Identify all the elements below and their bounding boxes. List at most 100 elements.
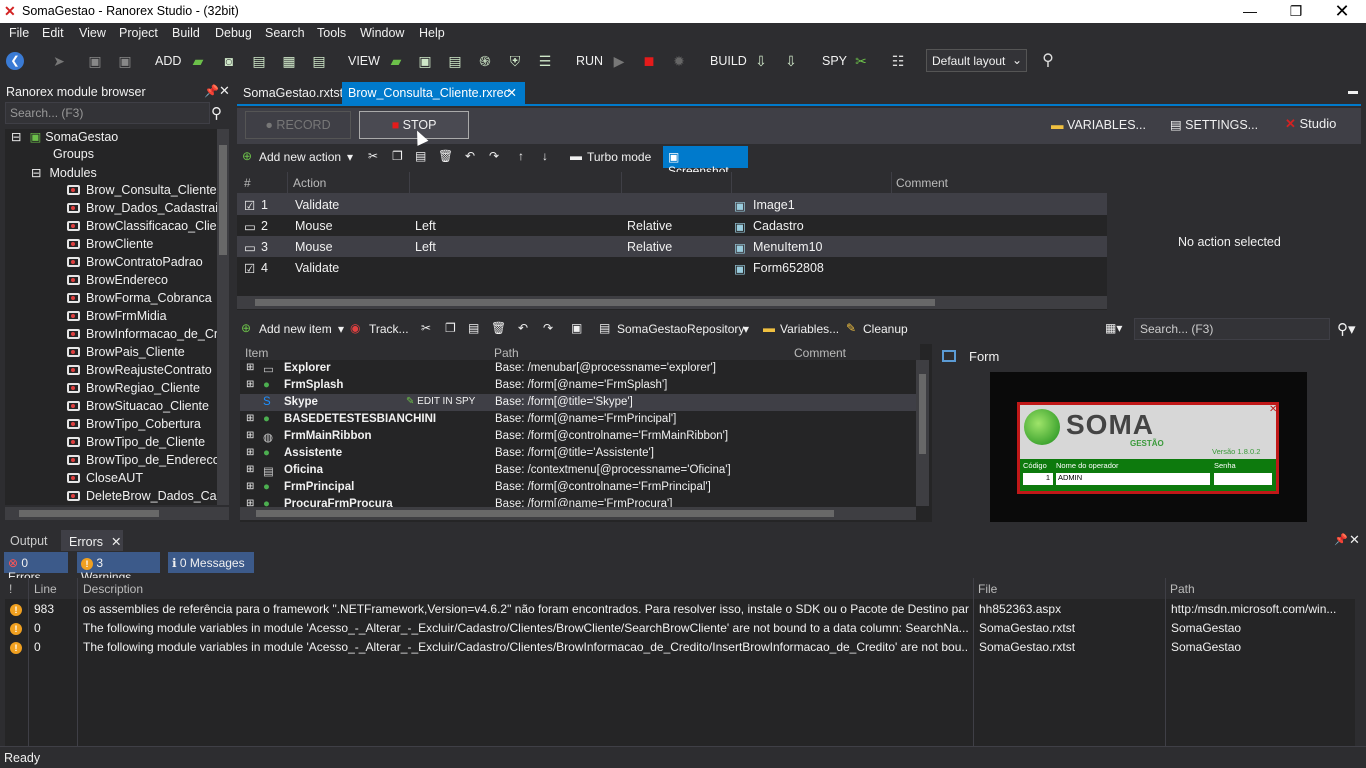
expand-icon[interactable]: ⊞ [246, 481, 254, 492]
add-label[interactable]: ADD [155, 54, 181, 68]
track-button[interactable]: Track... [369, 322, 409, 336]
add-item-button[interactable]: Add new item [259, 322, 332, 336]
add-folder-icon[interactable]: ▰ [189, 52, 207, 70]
repo-row[interactable]: ⊞ ● FrmSplash Base: /form[@name='FrmSplash'… [240, 377, 916, 394]
tree-module-item[interactable]: BrowClassificacao_Clien [67, 219, 217, 237]
repo-row[interactable]: ⊞ ● BASEDETESTESBIANCHINI Base: /form[@name… [240, 411, 916, 428]
module-view-icon[interactable]: ▤ [446, 52, 464, 70]
spy-label[interactable]: SPY [822, 54, 847, 68]
repo-search-icon[interactable]: ⚲▾ [1337, 320, 1356, 338]
tab-brow-consulta[interactable]: Brow_Consulta_Cliente.rxrec ✕ [342, 82, 525, 104]
stop-icon[interactable]: ■ [640, 52, 658, 70]
pin-icon[interactable]: 📌 [204, 84, 219, 98]
copy-icon[interactable]: ❐ [392, 149, 403, 163]
tree-module-item[interactable]: BrowSituacao_Cliente [67, 399, 209, 417]
repository-dropdown[interactable]: SomaGestaoRepository [617, 322, 744, 336]
scroll-thumb[interactable] [255, 299, 935, 306]
menu-project[interactable]: Project [119, 26, 158, 40]
error-row[interactable]: ! 0 The following module variables in modu… [5, 637, 1355, 656]
menu-tools[interactable]: Tools [317, 26, 346, 40]
undo-icon[interactable]: ↶ [518, 321, 528, 335]
delete-icon[interactable]: 🗑 [438, 149, 453, 163]
tree-module-item[interactable]: BrowPais_Cliente [67, 345, 185, 363]
record-button[interactable]: ● RECORD [245, 111, 351, 139]
chevron-down-icon[interactable]: ▾ [347, 150, 353, 164]
add-module-group-icon[interactable]: ▦ [280, 52, 298, 70]
settings-button[interactable]: ▤ SETTINGS... [1160, 111, 1268, 139]
cut-icon[interactable]: ✂ [368, 149, 378, 163]
close-tab-icon[interactable]: ✕ [507, 85, 517, 100]
tree-module-item[interactable]: BrowForma_Cobranca [67, 291, 212, 309]
close-button[interactable]: ✕ [1319, 0, 1365, 23]
scroll-thumb[interactable] [19, 510, 159, 517]
chevron-down-icon[interactable]: ▾ [743, 322, 749, 336]
settings-stack-icon[interactable]: ☰ [536, 52, 554, 70]
close-tab-icon[interactable]: ✕ [111, 535, 121, 549]
chevron-down-icon[interactable]: ▾ [338, 322, 344, 336]
scroll-thumb[interactable] [219, 145, 227, 255]
expand-icon[interactable]: ⊞ [246, 430, 254, 441]
scroll-thumb[interactable] [919, 374, 926, 454]
add-code-module-icon[interactable]: ▤ [250, 52, 268, 70]
repo-row[interactable]: ⊞ ▤ Oficina Base: /contextmenu[@processname… [240, 462, 916, 479]
debug-icon[interactable]: ✹ [670, 52, 688, 70]
paste-icon[interactable]: ▤ [468, 321, 479, 335]
module-search-input[interactable]: Search... (F3) [5, 102, 210, 124]
tree-module-item[interactable]: BrowInformacao_de_Cre [67, 327, 217, 345]
repo-search-input[interactable]: Search... (F3) [1134, 318, 1330, 340]
tree-module-item[interactable]: BrowTipo_de_Endereco [67, 453, 217, 471]
spy-icon[interactable]: ✂ [852, 52, 870, 70]
tree-module-item[interactable]: BrowReajusteContrato [67, 363, 212, 381]
tree-modules[interactable]: ⊟ Modules [31, 165, 97, 183]
screenshot-button[interactable]: ▣ Screenshot [663, 146, 748, 178]
repo-row[interactable]: ⊞ ● FrmPrincipal Base: /form[@controlname='… [240, 479, 916, 496]
tree-module-item[interactable]: BrowRegiao_Cliente [67, 381, 200, 399]
search-icon[interactable]: ⚲ [1039, 52, 1057, 70]
copy-icon[interactable]: ❐ [445, 321, 456, 335]
tree-module-item[interactable]: BrowFrmMidia [67, 309, 167, 327]
menu-view[interactable]: View [79, 26, 106, 40]
error-row[interactable]: ! 0 The following module variables in modu… [5, 618, 1355, 637]
move-down-icon[interactable]: ↓ [542, 149, 548, 163]
repository-icon[interactable]: ▣ [416, 52, 434, 70]
tree-module-item[interactable]: BrowCliente [67, 237, 153, 255]
tab-somagestao[interactable]: SomaGestao.rxtst [237, 82, 349, 104]
close-panel-icon[interactable]: ✕ [219, 83, 230, 99]
grid-view-icon[interactable]: ▦▾ [1105, 321, 1122, 335]
repo-hscrollbar[interactable] [240, 507, 916, 520]
cut-icon[interactable]: ✂ [421, 321, 431, 335]
error-row[interactable]: ! 983 os assemblies de referência para o f… [5, 599, 1355, 618]
play-icon[interactable]: ▶ [610, 52, 628, 70]
back-icon[interactable]: ❮ [6, 52, 24, 70]
tree-module-item[interactable]: Brow_Dados_Cadastrais [67, 201, 217, 219]
warnings-filter-button[interactable]: ! 3 Warnings [77, 552, 160, 584]
scroll-thumb[interactable] [256, 510, 834, 517]
tree-module-item[interactable]: DeleteBrow_Dados_Cada [67, 489, 217, 505]
redo-icon[interactable]: ↷ [543, 321, 553, 335]
expand-icon[interactable]: ⊞ [246, 464, 254, 475]
repo-row[interactable]: ⊞ ● Assistente Base: /form[@title='Assisten… [240, 445, 916, 462]
pin-icon[interactable]: 📌 [1334, 533, 1348, 546]
variables-button[interactable]: ▬ VARIABLES... [1045, 111, 1152, 139]
tree-module-item[interactable]: Brow_Consulta_Cliente [67, 183, 217, 201]
edit-in-spy-button[interactable]: ✎ EDIT IN SPY [406, 396, 475, 407]
menu-debug[interactable]: Debug [215, 26, 252, 40]
shield-icon[interactable]: ⛨ [506, 52, 524, 70]
forward-icon[interactable]: ➤ [50, 52, 68, 70]
tab-menu-icon[interactable]: ▬ [1348, 86, 1358, 97]
menu-window[interactable]: Window [360, 26, 404, 40]
tree-module-item[interactable]: BrowTipo_Cobertura [67, 417, 201, 435]
build-label[interactable]: BUILD [710, 54, 747, 68]
add-file-icon[interactable]: ▤ [310, 52, 328, 70]
action-row[interactable]: ▭ 3 Mouse Left Relative ▣ MenuItem10 [237, 236, 1107, 257]
rebuild-icon[interactable]: ⇩ [782, 52, 800, 70]
expand-icon[interactable]: ⊞ [246, 362, 254, 373]
open-folder-icon[interactable]: ▰ [387, 52, 405, 70]
run-label[interactable]: RUN [576, 54, 603, 68]
move-up-icon[interactable]: ↑ [518, 149, 524, 163]
menu-edit[interactable]: Edit [42, 26, 64, 40]
redo-icon[interactable]: ↷ [489, 149, 499, 163]
errors-filter-button[interactable]: ⊗ 0 Errors [4, 552, 68, 584]
messages-filter-button[interactable]: ℹ 0 Messages [168, 552, 254, 573]
repo-vscrollbar[interactable] [916, 360, 929, 506]
